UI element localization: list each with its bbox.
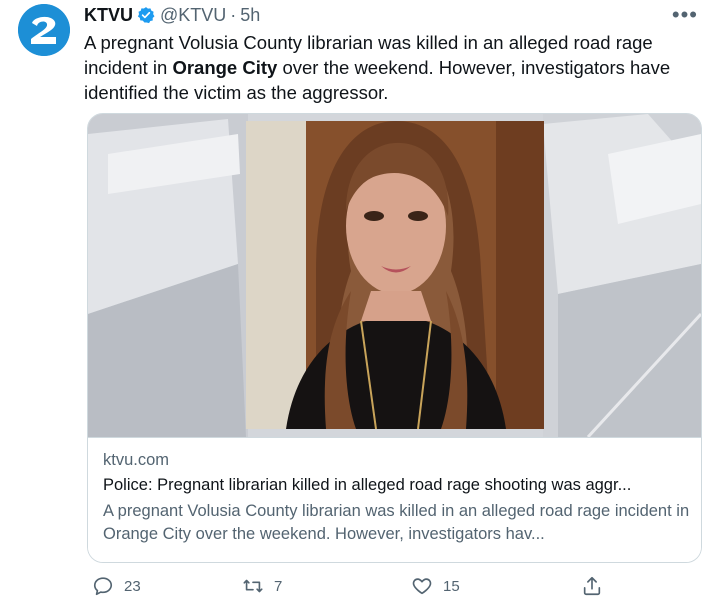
- like-count: 15: [443, 577, 460, 595]
- reply-button[interactable]: 23: [92, 575, 141, 597]
- meta-separator: ·: [230, 5, 237, 25]
- tweet-actions: 23 7 15: [84, 575, 624, 605]
- heart-icon: [412, 578, 432, 595]
- retweet-button[interactable]: 7: [242, 575, 282, 597]
- tweet-header: KTVU @KTVU · 5h: [84, 4, 260, 26]
- author-handle[interactable]: @KTVU: [160, 4, 226, 26]
- more-options-icon[interactable]: •••: [672, 2, 698, 28]
- tweet-text: A pregnant Volusia County librarian was …: [84, 30, 684, 105]
- like-button[interactable]: 15: [411, 575, 460, 597]
- card-text[interactable]: ktvu.com Police: Pregnant librarian kill…: [88, 437, 701, 562]
- card-domain: ktvu.com: [103, 451, 170, 469]
- link-preview-card[interactable]: ktvu.com Police: Pregnant librarian kill…: [87, 113, 702, 563]
- retweet-icon: [243, 579, 263, 593]
- ktvu-logo-icon[interactable]: [18, 4, 70, 56]
- author-name[interactable]: KTVU: [84, 4, 133, 26]
- retweet-count: 7: [274, 577, 283, 595]
- tweet-timestamp[interactable]: 5h: [240, 4, 260, 26]
- card-image[interactable]: [88, 114, 701, 437]
- reply-count: 23: [124, 577, 141, 595]
- card-title: Police: Pregnant librarian killed in all…: [103, 476, 632, 494]
- victim-photo: [246, 121, 544, 429]
- share-button[interactable]: [581, 575, 613, 597]
- reply-icon: [93, 577, 113, 596]
- card-description: A pregnant Volusia County librarian was …: [103, 502, 690, 543]
- tweet-text-bold: Orange City: [172, 57, 278, 78]
- share-icon: [583, 576, 601, 596]
- verified-badge-icon: [137, 7, 155, 24]
